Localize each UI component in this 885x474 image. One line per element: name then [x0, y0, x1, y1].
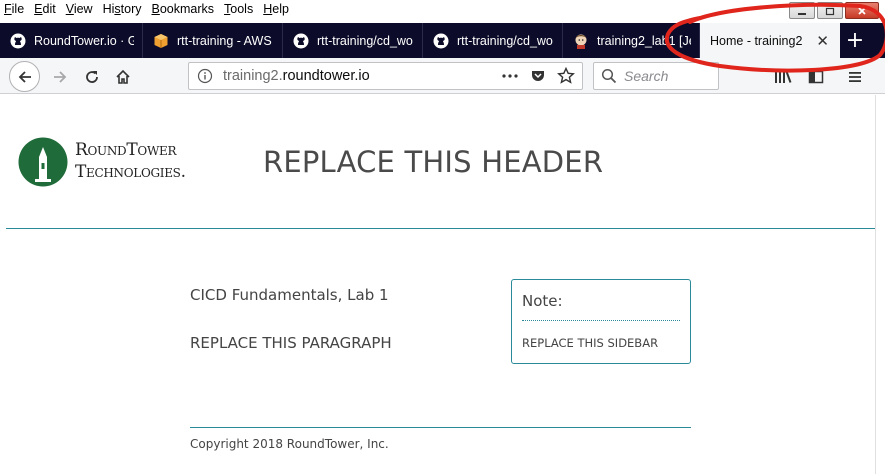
library-button[interactable] [773, 67, 793, 87]
url-subdomain: training2. [223, 68, 283, 84]
tab-title: rtt-training/cd_wo [317, 33, 413, 48]
window-controls [789, 2, 879, 19]
hamburger-icon [849, 72, 861, 82]
tab-cd-workshop-1[interactable]: rtt-training/cd_wo [283, 23, 423, 58]
page-title: REPLACE THIS HEADER [263, 145, 604, 179]
footer-divider [190, 427, 691, 428]
roundtower-logo[interactable]: RoundTower Technologies. [18, 135, 193, 189]
github-icon [433, 33, 449, 48]
web-page: RoundTower Technologies. REPLACE THIS HE… [6, 95, 875, 474]
tab-title: RoundTower.io · G [34, 33, 134, 48]
menu-history[interactable]: History [103, 2, 142, 16]
main-paragraph: REPLACE THIS PARAGRAPH [190, 334, 392, 352]
logo-line-2: Technologies. [75, 162, 186, 182]
url-domain: roundtower.io [282, 68, 370, 84]
back-arrow-icon [18, 70, 31, 83]
note-sidebar: Note: REPLACE THIS SIDEBAR [511, 279, 691, 364]
header-divider [6, 228, 875, 229]
menu-view[interactable]: View [66, 2, 93, 16]
tab-roundtower-github[interactable]: RoundTower.io · G [0, 23, 143, 58]
footer-copyright: Copyright 2018 RoundTower, Inc. [190, 437, 389, 451]
maximize-button[interactable] [817, 2, 843, 19]
jenkins-icon [575, 34, 587, 49]
logo-wordmark: RoundTower Technologies. [75, 139, 186, 183]
search-input[interactable]: Search [593, 62, 719, 90]
reload-icon [86, 71, 98, 83]
url-bar[interactable]: training2. roundtower.io [188, 62, 583, 90]
logo-line-1: RoundTower [75, 140, 177, 160]
aws-box-icon [154, 33, 168, 48]
new-tab-button[interactable]: + [840, 23, 870, 58]
tab-title: rtt-training/cd_wo [457, 33, 553, 48]
github-icon [10, 33, 26, 48]
forward-arrow-icon [54, 71, 67, 83]
github-icon [293, 33, 309, 48]
sidebar-icon [808, 70, 824, 84]
close-tab-icon[interactable]: ✕ [816, 32, 829, 50]
plus-icon: + [845, 28, 865, 53]
reload-button[interactable] [82, 67, 102, 87]
tab-title: Home - training2 [710, 33, 803, 48]
tab-title: training2_lab1 [Jen [597, 33, 691, 48]
tab-jenkins[interactable]: training2_lab1 [Jen [563, 23, 700, 58]
restore-icon [825, 7, 835, 15]
sidebar-divider [522, 320, 680, 321]
home-icon [116, 69, 130, 84]
info-icon[interactable] [197, 68, 213, 84]
sidebar-toggle-button[interactable] [806, 67, 826, 87]
menu-bookmarks[interactable]: Bookmarks [152, 2, 215, 16]
menu-button[interactable] [845, 67, 865, 87]
lab-title: CICD Fundamentals, Lab 1 [190, 286, 389, 304]
home-button[interactable] [113, 67, 133, 87]
close-window-button[interactable] [845, 2, 879, 19]
close-icon [858, 6, 866, 15]
forward-button[interactable] [50, 67, 70, 87]
tab-title: rtt-training - AWS [177, 33, 272, 48]
menu-edit[interactable]: Edit [34, 2, 56, 16]
pocket-icon[interactable] [530, 68, 546, 84]
minimize-icon [798, 12, 806, 15]
tab-aws[interactable]: rtt-training - AWS [143, 23, 283, 58]
sidebar-body: REPLACE THIS SIDEBAR [522, 336, 659, 350]
menu-file[interactable]: File [4, 2, 24, 16]
menu-tools[interactable]: Tools [224, 2, 253, 16]
sidebar-title: Note: [522, 292, 563, 310]
back-button[interactable] [9, 61, 40, 92]
minimize-button[interactable] [789, 2, 815, 19]
tab-strip: RoundTower.io · G rtt-training - AWS rtt… [0, 23, 885, 58]
navigation-bar: training2. roundtower.io Search [0, 58, 885, 94]
page-actions-icon[interactable] [501, 68, 519, 84]
search-placeholder: Search [624, 68, 669, 84]
menu-help[interactable]: Help [263, 2, 289, 16]
tab-cd-workshop-2[interactable]: rtt-training/cd_wo [423, 23, 563, 58]
menu-bar: File Edit View History Bookmarks Tools H… [0, 0, 885, 19]
search-icon [601, 68, 617, 84]
bookmark-star-icon[interactable] [557, 67, 575, 85]
library-icon [775, 71, 792, 83]
page-edge [875, 95, 885, 474]
tower-logo-icon [18, 137, 68, 187]
tab-home-training2[interactable]: Home - training2 ✕ [700, 23, 840, 58]
